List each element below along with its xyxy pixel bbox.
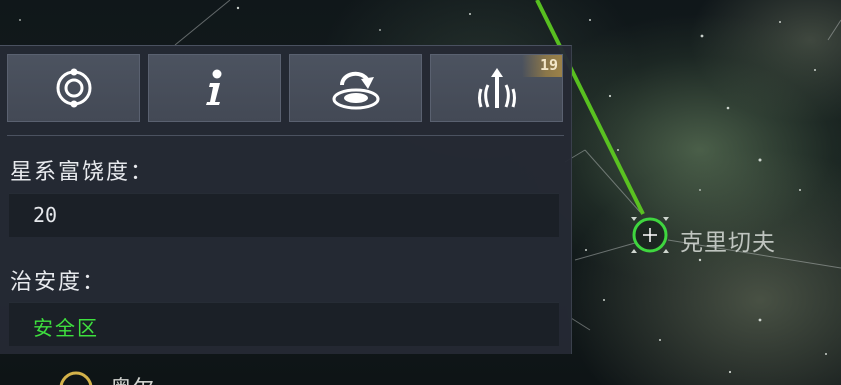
orbit-icon: [56, 68, 91, 108]
info-icon: [205, 69, 221, 105]
land-button[interactable]: [289, 54, 422, 122]
star-map[interactable]: 克里切夫 奥尔: [0, 0, 841, 385]
richness-value-box: 20: [9, 193, 559, 237]
star-system-name[interactable]: 克里切夫: [680, 223, 776, 257]
landing-icon: [332, 71, 379, 110]
system-info-panel: 19 星系富饶度： 20 治安度： 安全区: [0, 45, 572, 354]
star-marker[interactable]: [59, 371, 93, 385]
badge-count: 19: [539, 56, 558, 74]
selected-star-marker[interactable]: [631, 217, 669, 253]
orbit-button[interactable]: [7, 54, 140, 122]
security-value: 安全区: [33, 316, 99, 340]
signal-tower-button[interactable]: 19: [430, 54, 563, 122]
richness-label: 星系富饶度：: [10, 160, 155, 185]
richness-value: 20: [33, 203, 58, 227]
count-badge: 19: [522, 55, 562, 77]
signal-tower-icon: [477, 68, 516, 108]
security-label: 治安度：: [10, 270, 107, 295]
info-button[interactable]: [148, 54, 281, 122]
divider: [7, 135, 564, 136]
security-value-box: 安全区: [9, 302, 559, 346]
action-button-row: 19: [7, 54, 564, 122]
star-system-name-partial[interactable]: 奥尔: [110, 371, 154, 385]
